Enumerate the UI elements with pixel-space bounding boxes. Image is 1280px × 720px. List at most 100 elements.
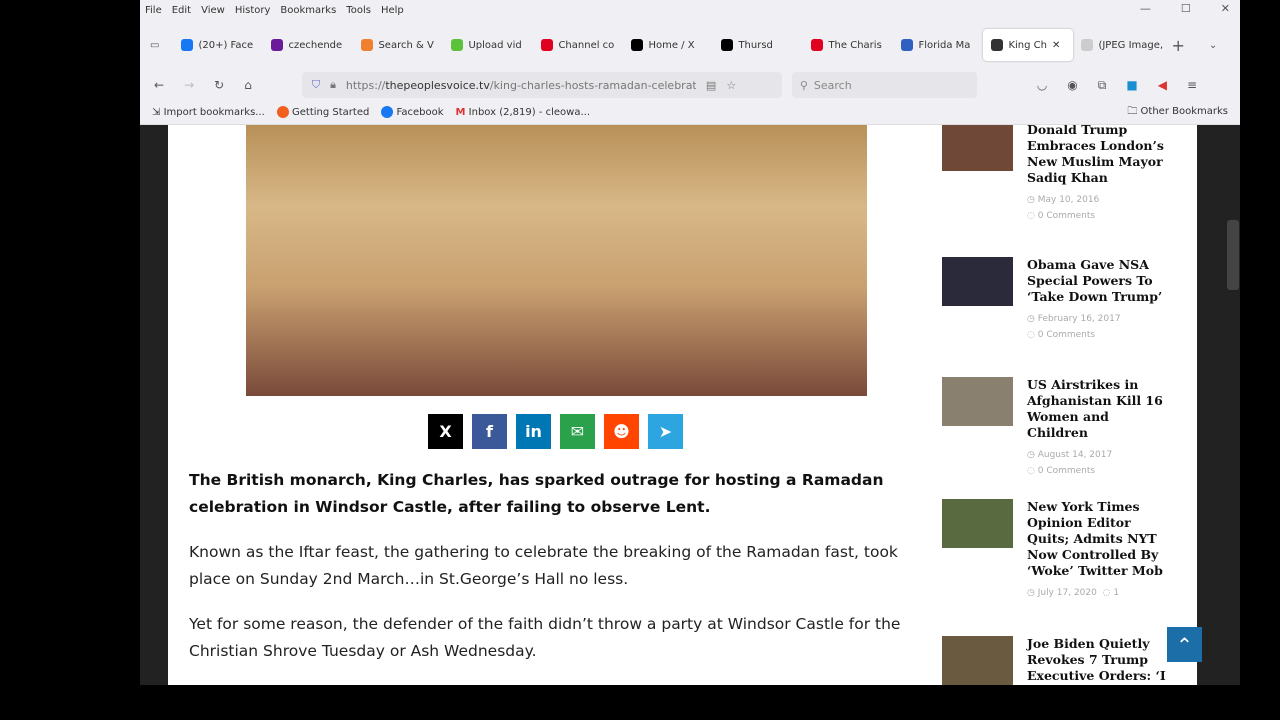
comment-icon: ◌ [1027,330,1035,340]
post-comments[interactable]: 0 Comments [1038,211,1095,221]
related-post: Obama Gave NSA Special Powers To ‘Take D… [942,257,1172,343]
tab[interactable]: Thursd [713,29,803,61]
tab[interactable]: (20+) Face [173,29,263,61]
article-paragraph: Known as the Iftar feast, the gathering … [189,543,898,588]
comment-icon: ◌ [1027,211,1035,221]
bookmark-star-icon[interactable]: ☆ [726,79,736,92]
tab[interactable]: (JPEG Image, 2 [1073,29,1163,61]
share-button[interactable]: in [516,414,551,449]
clock-icon: ◷ [1027,588,1035,598]
post-date: February 16, 2017 [1037,314,1121,324]
menu-help[interactable]: Help [381,5,404,16]
tab[interactable]: Upload vid [443,29,533,61]
search-icon: ⚲ [799,78,808,92]
post-thumbnail[interactable] [942,636,1013,685]
menu-view[interactable]: View [201,5,225,16]
back-to-top-button[interactable]: ⌃ [1167,627,1202,662]
post-thumbnail[interactable] [942,377,1013,426]
close-window-button[interactable]: ✕ [1221,2,1230,15]
post-title[interactable]: US Airstrikes in Afghanistan Kill 16 Wom… [1027,377,1172,441]
reload-icon[interactable]: ↻ [214,78,224,92]
tab[interactable]: czechende [263,29,353,61]
share-button[interactable]: f [472,414,507,449]
url-bar[interactable]: ⛉ 🔒︎ https://thepeoplesvoice.tv/king-cha… [301,72,782,98]
post-title[interactable]: Joe Biden Quietly Revokes 7 Trump Execut… [1027,636,1172,684]
megaphone-icon[interactable]: ◀ [1158,78,1167,92]
post-comments[interactable]: 0 Comments [1038,330,1095,340]
post-date: August 14, 2017 [1037,450,1113,460]
comment-icon: ◌ [1102,588,1111,598]
lock-icon[interactable]: 🔒︎ [330,78,336,92]
bookmark-getting-started[interactable]: Getting Started [276,106,369,118]
share-buttons: Xf in ✉ ☻ ➤ [428,414,683,449]
menu-file[interactable]: File [145,5,162,16]
tab-label: (20+) Face [198,39,254,51]
scrollbar-thumb[interactable] [1227,220,1239,290]
tab[interactable]: The Charis [803,29,893,61]
menu-history[interactable]: History [235,5,271,16]
new-tab-button[interactable]: + [1171,36,1184,55]
tab-label: The Charis [828,39,882,51]
post-title[interactable]: Donald Trump Embraces London’s New Musli… [1027,125,1172,186]
tab-favicon-icon [721,39,734,51]
extensions-icon[interactable]: ⧉ [1098,78,1107,93]
tab[interactable]: Home / X [623,29,713,61]
bookmarks-bar: ⇲ Import bookmarks... Getting Started Fa… [140,100,1240,125]
close-tab-icon[interactable]: ✕ [1052,40,1060,51]
post-comments[interactable]: 1 [1113,588,1119,598]
maximize-button[interactable]: ☐ [1181,2,1191,15]
tab-strip: ▭ (20+) Face czechende Search & V Upload vi… [140,20,1240,70]
tab[interactable]: Florida Ma [893,29,983,61]
browser-window: File Edit View History Bookmarks Tools H… [140,0,1240,685]
tab-favicon-icon [811,39,824,51]
bookmark-import[interactable]: ⇲ Import bookmarks... [152,107,265,118]
tab-favicon-icon [991,39,1004,51]
tab-overview-icon[interactable]: ▭ [150,40,159,51]
search-input[interactable]: ⚲ Search [791,72,977,98]
post-date: July 17, 2020 [1037,588,1097,598]
post-comments[interactable]: 0 Comments [1038,466,1095,476]
back-icon[interactable]: ← [154,78,164,92]
tab-favicon-icon [271,39,284,51]
menu-edit[interactable]: Edit [172,5,191,16]
menu-bookmarks[interactable]: Bookmarks [280,5,336,16]
bookmark-inbox[interactable]: M Inbox (2,819) - cleowa... [456,107,590,118]
account-icon[interactable]: ◉ [1067,78,1077,92]
reader-view-icon[interactable]: ▤ [706,79,716,92]
post-thumbnail[interactable] [942,499,1013,548]
tab-label: Thursd [738,39,773,51]
list-tabs-icon[interactable]: ⌄ [1209,40,1217,51]
menu-tools[interactable]: Tools [346,5,371,16]
related-post: New York Times Opinion Editor Quits; Adm… [942,499,1172,601]
tab[interactable]: Channel co [533,29,623,61]
other-bookmarks[interactable]: 🗀 Other Bookmarks [1127,104,1228,121]
share-button[interactable]: X [428,414,463,449]
tab-label: (JPEG Image, 2 [1098,39,1164,51]
post-thumbnail[interactable] [942,125,1013,171]
tab-favicon-icon [631,39,644,51]
tab[interactable]: Search & V [353,29,443,61]
extension-icon[interactable]: ■ [1126,78,1137,92]
pocket-icon[interactable]: ◡ [1037,78,1047,92]
post-title[interactable]: Obama Gave NSA Special Powers To ‘Take D… [1027,257,1172,305]
share-button[interactable]: ✉ [560,414,595,449]
post-thumbnail[interactable] [942,257,1013,306]
tab-label: czechende [288,39,343,51]
home-icon[interactable]: ⌂ [244,78,252,92]
article-body: The British monarch, King Charles, has s… [189,467,919,683]
comment-icon: ◌ [1027,466,1035,476]
tab-label: King Ch [1008,39,1047,51]
menu-bar: File Edit View History Bookmarks Tools H… [140,0,1240,20]
post-title[interactable]: New York Times Opinion Editor Quits; Adm… [1027,499,1172,579]
share-button[interactable]: ➤ [648,414,683,449]
tab-label: Home / X [648,39,695,51]
tab-favicon-icon [1081,39,1094,51]
tab[interactable]: King Ch ✕ [983,29,1074,61]
hamburger-menu-icon[interactable]: ≡ [1187,78,1197,92]
tab-favicon-icon [451,39,464,51]
bookmark-facebook[interactable]: Facebook [381,106,444,118]
minimize-button[interactable]: — [1140,2,1151,15]
forward-icon[interactable]: → [184,78,194,92]
share-button[interactable]: ☻ [604,414,639,449]
shield-icon[interactable]: ⛉ [312,78,320,92]
